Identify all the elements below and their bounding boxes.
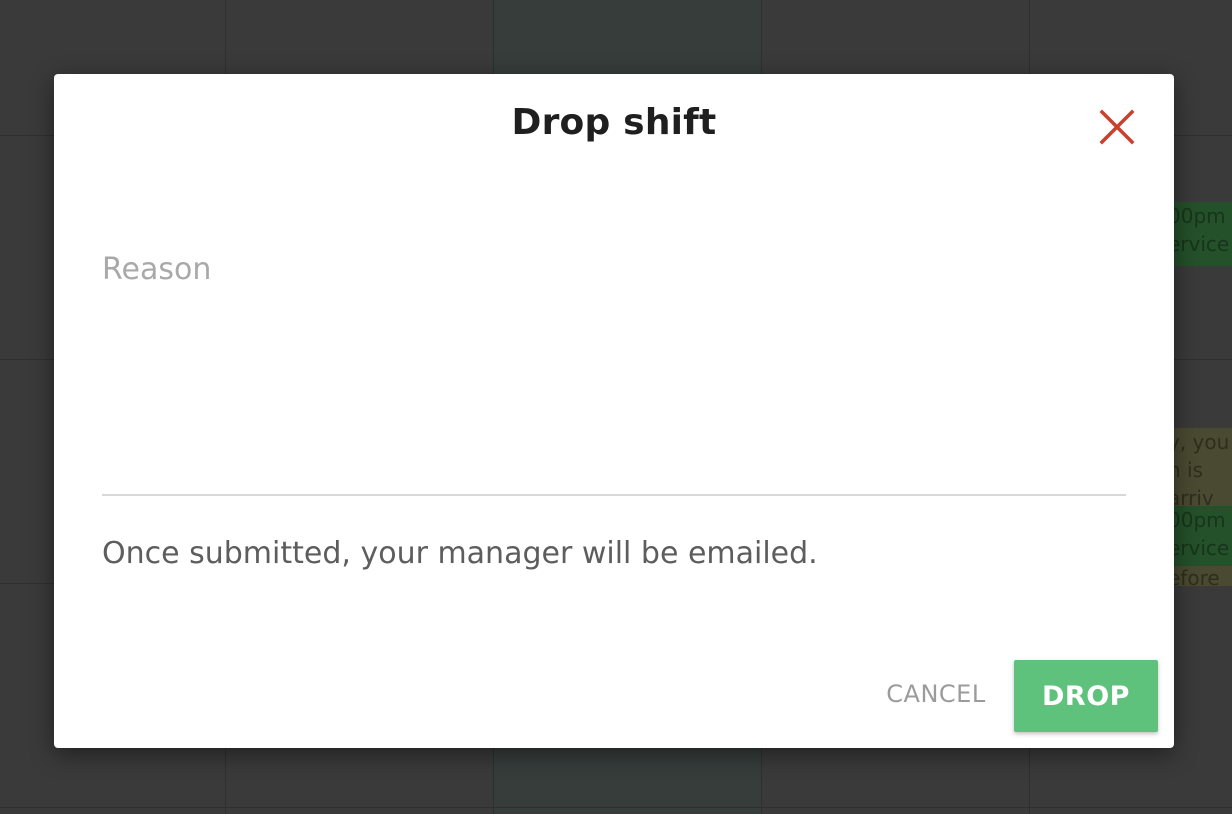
shift-time: 00pm — [1168, 204, 1226, 228]
email-notice: Once submitted, your manager will be ema… — [102, 536, 818, 571]
drop-shift-dialog: Drop shift Once submitted, your manager … — [54, 74, 1174, 748]
shift-label: ervice — [1168, 536, 1230, 560]
note-text: n is — [1168, 458, 1204, 482]
reason-input[interactable] — [102, 252, 1126, 482]
note-text: y, you — [1168, 430, 1230, 454]
close-button[interactable] — [1094, 104, 1140, 150]
dialog-title: Drop shift — [511, 102, 717, 143]
note-text: arriv — [1168, 486, 1214, 506]
shift-card[interactable]: 00pm ervice — [1166, 506, 1232, 566]
cancel-button[interactable]: CANCEL — [876, 680, 996, 708]
shift-card[interactable]: 00pm ervice — [1166, 202, 1232, 266]
shift-time: 00pm — [1168, 508, 1226, 532]
note-text: efore — [1168, 566, 1220, 586]
grid-row-line — [0, 807, 1232, 808]
close-x-icon — [1099, 109, 1135, 145]
reason-field-wrapper — [102, 252, 1126, 496]
note-card[interactable]: y, you n is arriv — [1166, 428, 1232, 506]
shift-label: ervice — [1168, 232, 1230, 256]
drop-button[interactable]: DROP — [1014, 660, 1158, 732]
note-card[interactable]: efore — [1166, 566, 1232, 586]
